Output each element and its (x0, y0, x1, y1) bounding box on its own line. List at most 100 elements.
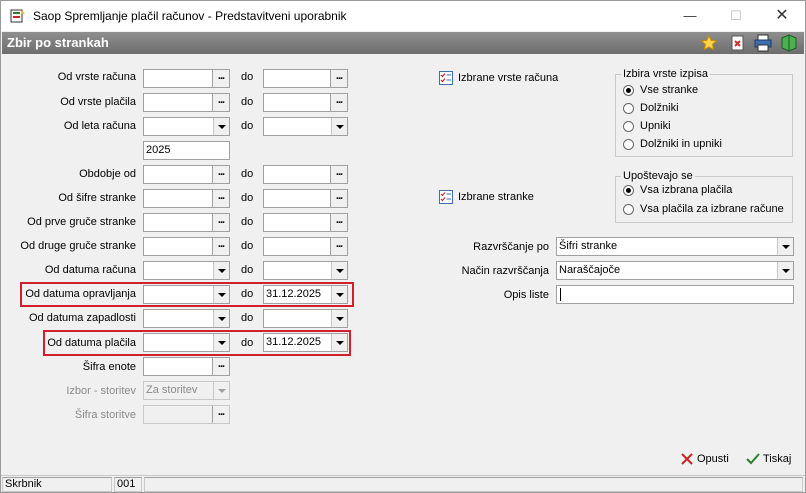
form-header: Zbir po strankah (2, 32, 804, 54)
label-leta-racuna: Od leta računa (63, 120, 136, 132)
dropdown-arrow-icon[interactable] (331, 286, 347, 303)
sifra-enote-field[interactable]: ... (143, 357, 230, 376)
prve-gruce-to-field[interactable]: ... (263, 213, 348, 232)
datuma-racuna-to-select[interactable] (263, 261, 348, 280)
sifre-stranke-to-field[interactable]: ... (263, 189, 348, 208)
vrste-racuna-to-field[interactable]: ... (263, 69, 348, 88)
obdobje-to-field[interactable]: ... (263, 165, 348, 184)
label-opis-liste: Opis liste (503, 289, 549, 301)
izbira-vrste-title: Izbira vrste izpisa (621, 68, 710, 80)
delete-document-icon[interactable] (729, 34, 747, 52)
minimize-button[interactable]: — (667, 1, 713, 31)
radio-button-icon[interactable] (623, 139, 634, 150)
razvrscanje-select[interactable]: Šifri stranke (556, 237, 794, 256)
browse-button[interactable]: ... (212, 190, 229, 207)
app-window: Saop Spremljanje plačil računov - Predst… (0, 0, 806, 493)
datuma-placila-to-select[interactable]: 31.12.2025 (263, 333, 348, 352)
druge-gruce-to-field[interactable]: ... (263, 237, 348, 256)
maximize-button[interactable]: ☐ (713, 1, 759, 31)
radio-button-icon[interactable] (623, 103, 634, 114)
browse-button[interactable]: ... (212, 238, 229, 255)
radio-button-icon[interactable] (623, 204, 634, 215)
datuma-zapadlosti-to-select[interactable] (263, 309, 348, 328)
label-sifra-storitve: Šifra storitve (74, 409, 136, 421)
izbrane-stranke-label: Izbrane stranke (458, 191, 534, 203)
close-button[interactable]: ✕ (759, 1, 805, 31)
izbrane-vrste-label: Izbrane vrste računa (458, 72, 559, 84)
browse-button[interactable]: ... (212, 70, 229, 87)
dropdown-arrow-icon[interactable] (213, 310, 229, 327)
status-bar: Skrbnik 001 (1, 475, 805, 492)
label-do: do (241, 192, 254, 204)
vrste-racuna-from-field[interactable]: ... (143, 69, 230, 88)
browse-button[interactable]: ... (330, 190, 347, 207)
browse-button[interactable]: ... (212, 94, 229, 111)
datuma-opravljanja-from-select[interactable] (143, 285, 230, 304)
label-izbor-storitev: Izbor - storitev (66, 385, 136, 397)
leta-racuna-to-select[interactable] (263, 117, 348, 136)
dropdown-arrow-icon[interactable] (777, 238, 793, 255)
browse-button[interactable]: ... (212, 358, 229, 375)
dropdown-arrow-icon[interactable] (213, 334, 229, 351)
radio-button-icon[interactable] (623, 121, 634, 132)
nacin-select[interactable]: Naraščajoče (556, 261, 794, 280)
vrste-placila-from-field[interactable]: ... (143, 93, 230, 112)
dropdown-arrow-icon[interactable] (213, 262, 229, 279)
dropdown-arrow-icon[interactable] (777, 262, 793, 279)
label-do: do (241, 337, 254, 349)
datuma-zapadlosti-from-select[interactable] (143, 309, 230, 328)
checkmark-icon (746, 453, 760, 465)
datuma-placila-from-select[interactable] (143, 333, 230, 352)
leta-racuna-from-select[interactable] (143, 117, 230, 136)
browse-button: ... (212, 406, 229, 423)
browse-button[interactable]: ... (330, 166, 347, 183)
label-obdobje: Obdobje od (79, 168, 136, 180)
label-do: do (241, 288, 254, 300)
browse-button[interactable]: ... (330, 94, 347, 111)
sifre-stranke-from-field[interactable]: ... (143, 189, 230, 208)
year-field[interactable]: 2025 (143, 141, 230, 160)
label-nacin: Način razvrščanja (461, 265, 549, 277)
dropdown-arrow-icon (213, 382, 229, 399)
browse-button[interactable]: ... (212, 214, 229, 231)
export-book-icon[interactable] (780, 34, 798, 52)
checklist-icon (439, 71, 453, 85)
dropdown-arrow-icon[interactable] (331, 310, 347, 327)
druge-gruce-from-field[interactable]: ... (143, 237, 230, 256)
browse-button[interactable]: ... (212, 166, 229, 183)
app-logo-icon (10, 9, 25, 23)
label-prve-gruce: Od prve gruče stranke (27, 216, 136, 228)
radio-button-icon[interactable] (623, 85, 634, 96)
dropdown-arrow-icon[interactable] (213, 286, 229, 303)
label-datuma-placila: Od datuma plačila (47, 337, 136, 349)
printer-icon[interactable] (754, 34, 772, 52)
opis-liste-input[interactable] (556, 285, 794, 304)
obdobje-from-field[interactable]: ... (143, 165, 230, 184)
form-title: Zbir po strankah (7, 35, 109, 50)
dropdown-arrow-icon[interactable] (331, 334, 347, 351)
radio-button-icon[interactable] (623, 185, 634, 196)
browse-button[interactable]: ... (330, 238, 347, 255)
browse-button[interactable]: ... (330, 70, 347, 87)
label-vrste-racuna: Od vrste računa (57, 71, 136, 83)
status-user: Skrbnik (2, 477, 112, 492)
window-title: Saop Spremljanje plačil računov - Predst… (33, 9, 347, 23)
datuma-opravljanja-to-select[interactable]: 31.12.2025 (263, 285, 348, 304)
vrste-placila-to-field[interactable]: ... (263, 93, 348, 112)
label-do: do (241, 216, 254, 228)
browse-button[interactable]: ... (330, 214, 347, 231)
status-message (144, 477, 803, 492)
dropdown-arrow-icon[interactable] (331, 118, 347, 135)
label-do: do (241, 168, 254, 180)
label-do: do (241, 264, 254, 276)
dropdown-arrow-icon[interactable] (213, 118, 229, 135)
izbor-storitev-select: Za storitev (143, 381, 230, 400)
title-bar: Saop Spremljanje plačil računov - Predst… (1, 1, 805, 31)
text-caret (560, 288, 561, 301)
datuma-racuna-from-select[interactable] (143, 261, 230, 280)
prve-gruce-from-field[interactable]: ... (143, 213, 230, 232)
label-razvrscanje: Razvrščanje po (473, 241, 549, 253)
label-druge-gruce: Od druge gruče stranke (20, 240, 136, 252)
favorite-star-icon[interactable] (700, 34, 718, 52)
dropdown-arrow-icon[interactable] (331, 262, 347, 279)
